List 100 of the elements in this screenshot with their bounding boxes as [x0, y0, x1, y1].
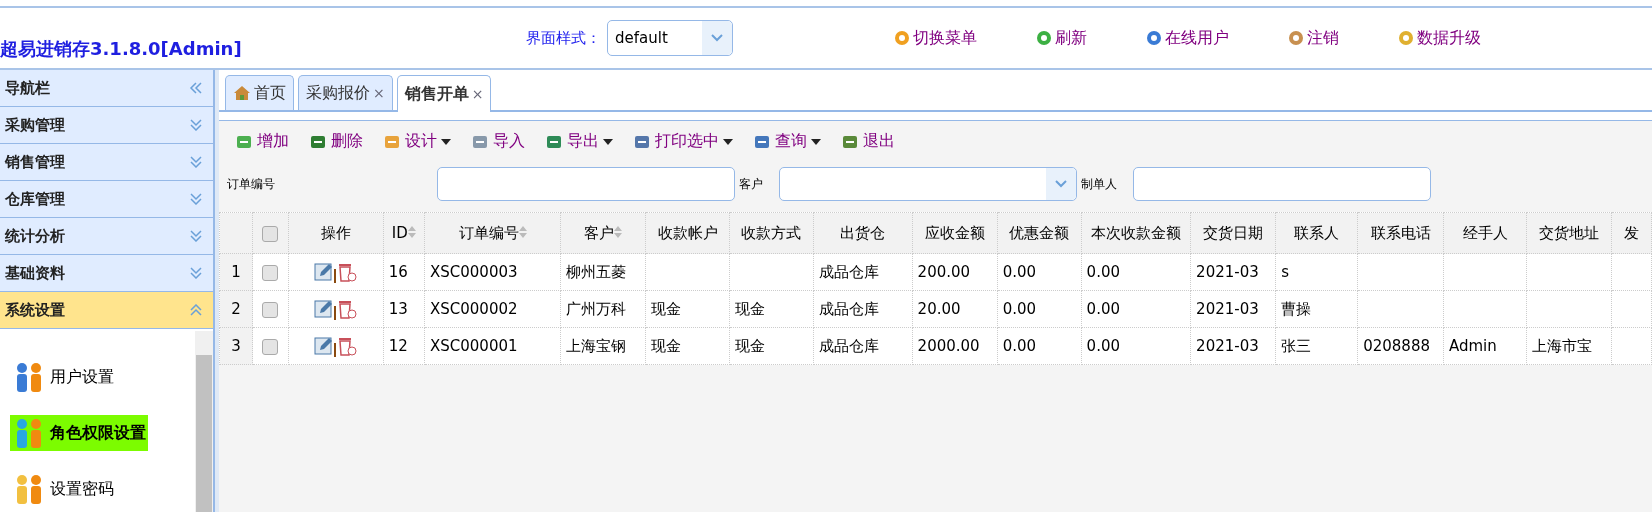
table-cell: 现金: [729, 290, 814, 328]
header-link[interactable]: 切换菜单: [893, 27, 977, 49]
column-header[interactable]: 收款方式: [729, 212, 814, 254]
table-cell: 13: [383, 290, 425, 328]
collapse-icon[interactable]: [189, 82, 203, 94]
column-header[interactable]: 本次收款金额: [1081, 212, 1191, 254]
toolbar-button[interactable]: 设计: [383, 131, 451, 152]
style-select[interactable]: default: [607, 20, 733, 56]
table-cell: [1611, 290, 1652, 328]
tab[interactable]: 首页: [225, 75, 294, 110]
table-cell: 柳州五菱: [560, 253, 646, 291]
table-cell: XSC000001: [424, 327, 561, 365]
toolbar-button[interactable]: 打印选中: [633, 131, 733, 152]
column-header[interactable]: 收款帐户: [645, 212, 730, 254]
column-header[interactable]: 出货仓: [813, 212, 913, 254]
header-link[interactable]: 数据升级: [1397, 27, 1481, 49]
chevron-icon: [189, 230, 203, 242]
column-header[interactable]: 应收金额: [912, 212, 998, 254]
toolbar-button[interactable]: 增加: [235, 131, 289, 152]
chevron-icon: [189, 304, 203, 316]
edit-icon[interactable]: [313, 262, 334, 282]
table-cell: 现金: [729, 327, 814, 365]
column-header[interactable]: 联系人: [1275, 212, 1358, 254]
edit-icon[interactable]: [313, 336, 334, 356]
chevron-down-icon: [1054, 179, 1068, 189]
table-cell: 2021-03: [1190, 253, 1276, 291]
table-cell: 2000.00: [912, 327, 998, 365]
table-cell: 曹操: [1275, 290, 1358, 328]
table-cell: 上海宝钢: [560, 327, 646, 365]
row-number: 1: [219, 253, 253, 291]
sort-icon: [518, 225, 527, 238]
accordion-header[interactable]: 销售管理: [0, 144, 213, 181]
column-header[interactable]: 操作: [288, 212, 384, 254]
filter-label: 制单人: [1081, 175, 1117, 193]
toolbar-button[interactable]: 查询: [753, 131, 821, 152]
toolbar-button[interactable]: 删除: [309, 131, 363, 152]
menu-item[interactable]: 角色权限设置: [10, 415, 148, 451]
close-icon[interactable]: ×: [373, 85, 385, 101]
table-cell: 张三: [1275, 327, 1358, 365]
menu-item[interactable]: 用户设置: [10, 359, 116, 395]
input-field[interactable]: [1133, 167, 1431, 201]
column-header[interactable]: ID: [383, 212, 425, 254]
toolbar-button[interactable]: 导出: [545, 131, 613, 152]
table-cell: XSC000002: [424, 290, 561, 328]
edit-icon[interactable]: [313, 299, 334, 319]
table-cell: 16: [383, 253, 425, 291]
column-header[interactable]: 发: [1611, 212, 1652, 254]
column-header[interactable]: 交货日期: [1190, 212, 1276, 254]
chevron-icon: [189, 267, 203, 279]
sort-icon: [407, 226, 416, 238]
close-icon[interactable]: ×: [471, 86, 484, 102]
row-checkbox[interactable]: [262, 301, 279, 318]
table-cell: Admin: [1443, 327, 1527, 365]
style-label: 界面样式：: [526, 28, 601, 48]
chevron-icon: [189, 193, 203, 205]
table-cell: 0.00: [997, 327, 1082, 365]
app-title: 超易进销存3.1.8.0[Admin]: [0, 37, 243, 61]
caret-icon: [603, 138, 613, 145]
column-header[interactable]: 联系电话: [1357, 212, 1444, 254]
table-cell: 0.00: [1081, 327, 1191, 365]
caret-icon: [441, 138, 451, 145]
column-header[interactable]: 优惠金额: [997, 212, 1082, 254]
accordion-header[interactable]: 采购管理: [0, 107, 213, 144]
table-cell: 2021-03: [1190, 290, 1276, 328]
sort-icon: [614, 225, 623, 238]
chevron-down-icon: [710, 33, 724, 43]
table-cell: 2021-03: [1190, 327, 1276, 365]
toolbar-button[interactable]: 退出: [841, 131, 895, 152]
table-cell: 现金: [645, 290, 730, 328]
chevron-icon: [189, 119, 203, 131]
menu-item[interactable]: 设置密码: [10, 471, 116, 507]
filter-label: 客户: [739, 175, 763, 193]
tab[interactable]: 采购报价 ×: [298, 75, 393, 110]
filter-label: 订单编号: [227, 175, 276, 193]
table-cell: s: [1275, 253, 1358, 291]
input-field[interactable]: [437, 167, 735, 201]
accordion-header[interactable]: 统计分析: [0, 218, 213, 255]
table-cell: 12: [383, 327, 425, 365]
scrollbar[interactable]: [195, 331, 213, 512]
table-cell: 0.00: [1081, 253, 1191, 291]
column-header[interactable]: 客户: [560, 212, 646, 254]
header-link[interactable]: 在线用户: [1145, 27, 1229, 49]
row-checkbox[interactable]: [262, 338, 279, 355]
accordion-header[interactable]: 基础资料: [0, 255, 213, 292]
row-checkbox[interactable]: [262, 264, 279, 281]
column-header[interactable]: 订单编号: [424, 212, 561, 254]
customer-combo[interactable]: [779, 167, 1077, 201]
accordion-header[interactable]: 系统设置: [0, 292, 213, 329]
column-header[interactable]: 经手人: [1443, 212, 1527, 254]
table-cell: 20.00: [912, 290, 998, 328]
table-cell: XSC000003: [424, 253, 561, 291]
accordion-header[interactable]: 仓库管理: [0, 181, 213, 218]
header-link[interactable]: 刷新: [1035, 27, 1087, 49]
column-header[interactable]: 交货地址: [1526, 212, 1612, 254]
tab[interactable]: 销售开单 ×: [396, 75, 492, 112]
row-number: 2: [219, 290, 253, 328]
select-all-checkbox[interactable]: [262, 225, 279, 242]
home-icon: [233, 85, 251, 101]
header-link[interactable]: 注销: [1287, 27, 1339, 49]
toolbar-button[interactable]: 导入: [471, 131, 525, 152]
